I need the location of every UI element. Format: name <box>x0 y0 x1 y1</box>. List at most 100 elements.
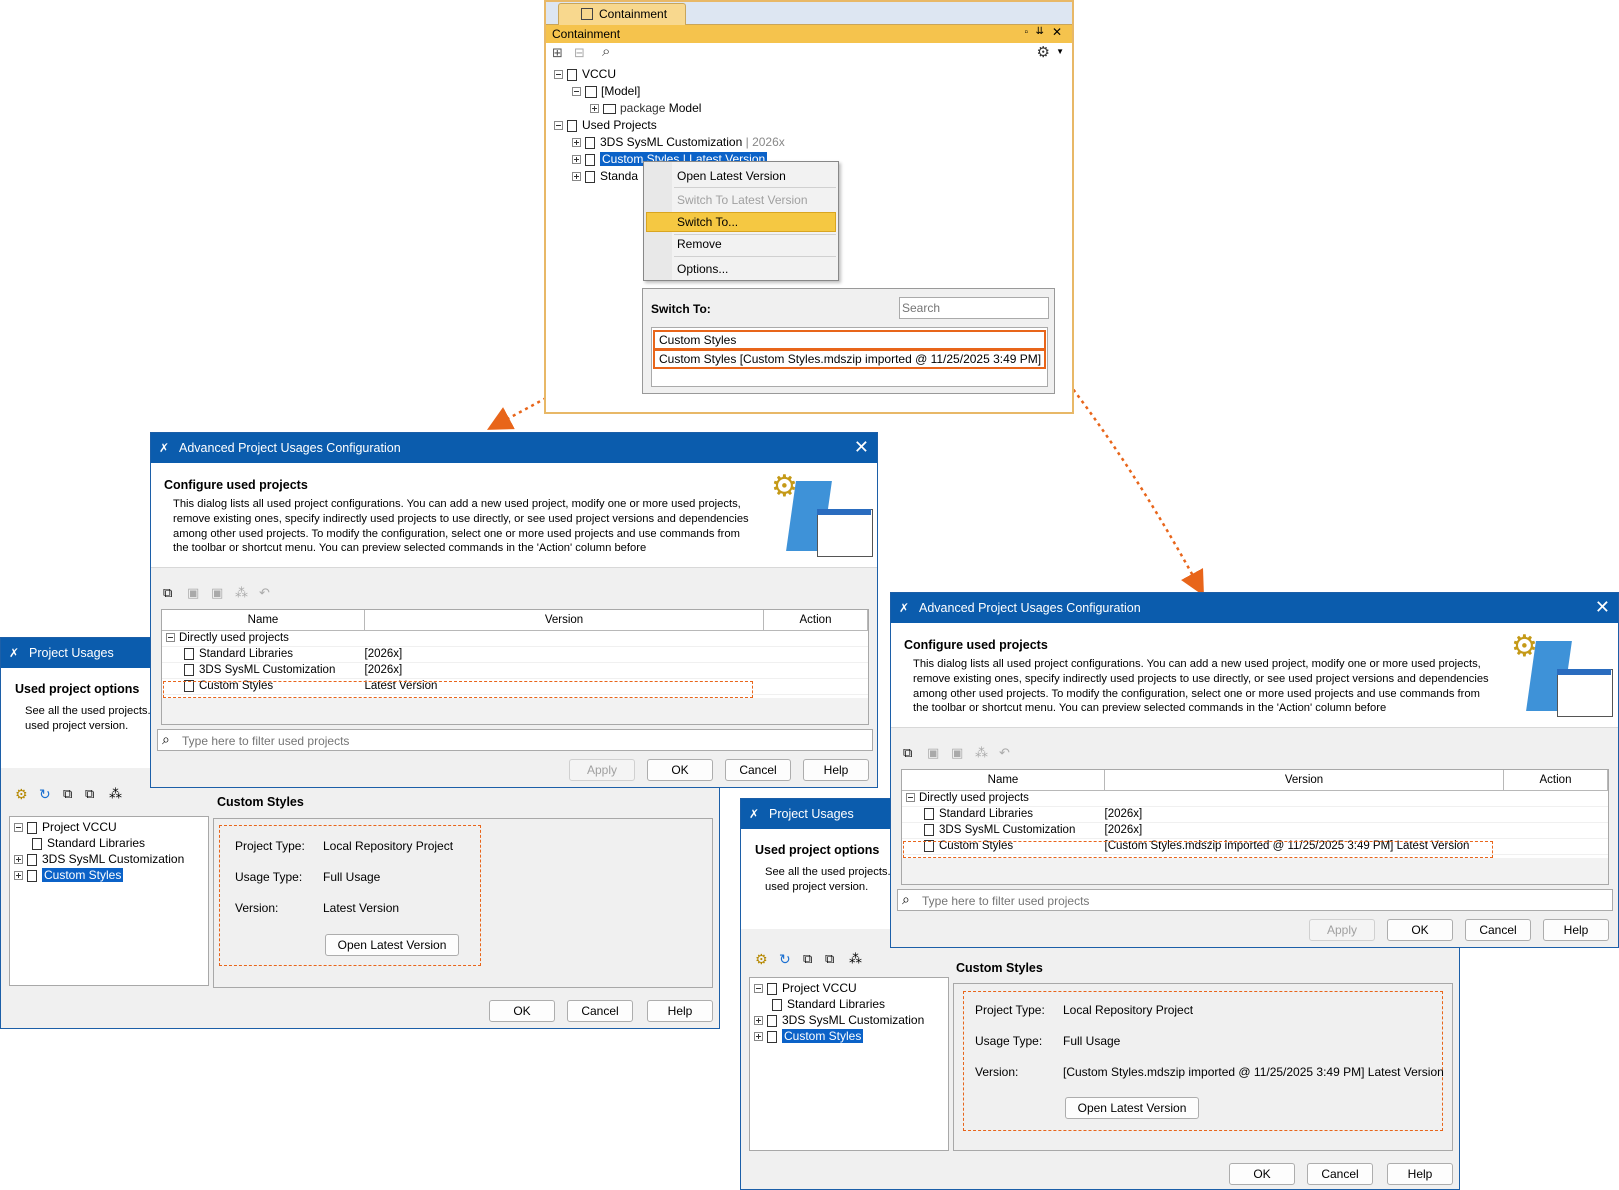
gear-icon[interactable]: ⚙ <box>15 786 28 803</box>
restore-icon[interactable]: ▫ <box>1024 27 1028 38</box>
table-row[interactable]: 3DS SysML Customization [2026x] <box>162 662 868 679</box>
menu-separator <box>674 187 836 188</box>
open-latest-version-button[interactable]: Open Latest Version <box>1065 1097 1199 1119</box>
expand-icon[interactable] <box>572 172 581 182</box>
add-used-project-icon[interactable]: ⧉ <box>163 585 172 601</box>
close-icon[interactable]: ✕ <box>1052 25 1062 39</box>
adv-left-apply-button[interactable]: Apply <box>569 759 635 781</box>
collapse-icon[interactable] <box>554 121 563 131</box>
collapse-icon[interactable] <box>754 984 763 994</box>
add-module-icon[interactable]: ⧉ <box>825 951 834 967</box>
tree-used-projects[interactable]: Used Projects <box>554 117 657 133</box>
pu-right-tree-custom[interactable]: Custom Styles <box>754 1028 864 1044</box>
collapse-all-icon[interactable]: ⊟ <box>574 45 585 61</box>
pu-right-tree-standard[interactable]: Standard Libraries <box>772 996 885 1012</box>
add-module-icon[interactable]: ⧉ <box>85 786 94 802</box>
adv-right-cancel-button[interactable]: Cancel <box>1465 919 1531 941</box>
undo-icon[interactable]: ↶ <box>999 745 1010 761</box>
table-row[interactable]: Standard Libraries [2026x] <box>162 646 868 663</box>
pu-left-tree-sysml[interactable]: 3DS SysML Customization <box>14 851 184 867</box>
pu-right-cancel-button[interactable]: Cancel <box>1307 1163 1373 1185</box>
filter-input[interactable] <box>180 732 864 750</box>
expand-icon[interactable] <box>14 855 23 865</box>
use-directly-icon[interactable]: ▣ <box>211 585 223 601</box>
pu-right-tree-sysml[interactable]: 3DS SysML Customization <box>754 1012 924 1028</box>
add-project-icon[interactable]: ⧉ <box>803 951 812 967</box>
switch-to-search-input[interactable] <box>899 297 1049 319</box>
close-icon[interactable]: ✕ <box>854 433 869 461</box>
switch-option-1[interactable]: Custom Styles <box>653 330 1046 350</box>
undo-icon[interactable]: ↶ <box>259 585 270 601</box>
expand-icon[interactable] <box>590 104 599 114</box>
pu-left-tree-standard[interactable]: Standard Libraries <box>32 835 145 851</box>
col-action[interactable]: Action <box>763 610 868 631</box>
search-icon[interactable]: ⌕ <box>602 43 610 60</box>
remove-icon[interactable]: ▣ <box>187 585 199 601</box>
tab-containment[interactable]: Containment <box>558 3 686 25</box>
switch-option-2[interactable]: Custom Styles [Custom Styles.mdszip impo… <box>653 349 1046 369</box>
collapse-icon[interactable] <box>906 793 915 803</box>
expand-icon[interactable] <box>14 871 23 881</box>
menu-options[interactable]: Options... <box>677 262 728 276</box>
refresh-icon[interactable]: ↻ <box>39 786 51 803</box>
expand-icon[interactable] <box>572 155 581 165</box>
menu-switch-to-latest-version[interactable]: Switch To Latest Version <box>677 193 808 207</box>
close-icon[interactable]: ✕ <box>1595 593 1610 621</box>
dependencies-icon[interactable]: ⁂ <box>109 786 122 802</box>
menu-switch-to[interactable]: Switch To... <box>677 215 738 229</box>
pu-left-cancel-button[interactable]: Cancel <box>567 1000 633 1022</box>
pu-right-tree-root[interactable]: Project VCCU <box>754 980 857 996</box>
adv-left-ok-button[interactable]: OK <box>647 759 713 781</box>
table-row[interactable]: Standard Libraries [2026x] <box>902 806 1608 823</box>
tree-package[interactable]: package Model <box>590 100 701 116</box>
remove-icon[interactable]: ▣ <box>927 745 939 761</box>
expand-icon[interactable] <box>572 138 581 148</box>
expand-icon[interactable] <box>754 1032 763 1042</box>
pu-right-ok-button[interactable]: OK <box>1229 1163 1295 1185</box>
collapse-icon[interactable] <box>14 823 23 833</box>
refresh-icon[interactable]: ↻ <box>779 951 791 968</box>
pu-left-tree-root[interactable]: Project VCCU <box>14 819 117 835</box>
expand-icon[interactable] <box>754 1016 763 1026</box>
table-row[interactable]: 3DS SysML Customization [2026x] <box>902 822 1608 839</box>
pu-left-tree-custom[interactable]: Custom Styles <box>14 867 124 883</box>
adv-left-help-button[interactable]: Help <box>803 759 869 781</box>
adv-right-apply-button[interactable]: Apply <box>1309 919 1375 941</box>
use-directly-icon[interactable]: ▣ <box>951 745 963 761</box>
dependencies-icon[interactable]: ⁂ <box>975 745 988 761</box>
dependencies-icon[interactable]: ⁂ <box>849 951 862 967</box>
menu-remove[interactable]: Remove <box>677 237 722 251</box>
collapse-icon[interactable] <box>554 70 563 80</box>
open-latest-version-button[interactable]: Open Latest Version <box>325 934 459 956</box>
menu-open-latest-version[interactable]: Open Latest Version <box>677 169 786 183</box>
adv-left-cancel-button[interactable]: Cancel <box>725 759 791 781</box>
col-name[interactable]: Name <box>162 610 365 631</box>
dependencies-icon[interactable]: ⁂ <box>235 585 248 601</box>
menu-separator <box>674 256 836 257</box>
pu-right-help-button[interactable]: Help <box>1387 1163 1453 1185</box>
col-name[interactable]: Name <box>902 770 1105 791</box>
pin-icon[interactable]: ⇊ <box>1036 26 1044 37</box>
adv-right-ok-button[interactable]: OK <box>1387 919 1453 941</box>
filter-input[interactable] <box>920 892 1604 910</box>
collapse-icon[interactable] <box>166 633 175 643</box>
add-used-project-icon[interactable]: ⧉ <box>903 745 912 761</box>
expand-all-icon[interactable]: ⊞ <box>552 45 563 61</box>
tree-item-sysml[interactable]: 3DS SysML Customization | 2026x <box>572 134 785 150</box>
col-version[interactable]: Version <box>1104 770 1504 791</box>
adv-right-help-button[interactable]: Help <box>1543 919 1609 941</box>
tree-root[interactable]: VCCU <box>554 66 616 82</box>
table-row[interactable]: Directly used projects <box>162 630 868 647</box>
col-version[interactable]: Version <box>364 610 764 631</box>
tree-item-standard[interactable]: Standa <box>572 168 638 184</box>
col-action[interactable]: Action <box>1503 770 1608 791</box>
chevron-down-icon[interactable]: ▼ <box>1056 47 1064 56</box>
table-row[interactable]: Directly used projects <box>902 790 1608 807</box>
pu-left-help-button[interactable]: Help <box>647 1000 713 1022</box>
gear-icon[interactable]: ⚙ <box>1037 43 1050 61</box>
gear-icon[interactable]: ⚙ <box>755 951 768 968</box>
collapse-icon[interactable] <box>572 87 581 97</box>
tree-model[interactable]: [Model] <box>572 83 640 99</box>
pu-left-ok-button[interactable]: OK <box>489 1000 555 1022</box>
add-project-icon[interactable]: ⧉ <box>63 786 72 802</box>
